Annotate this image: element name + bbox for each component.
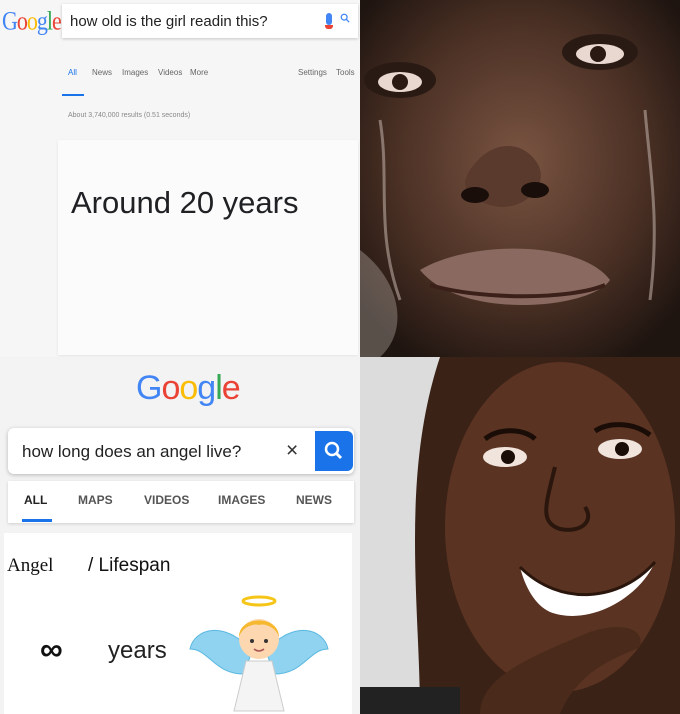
search-tabs: ALL MAPS VIDEOS IMAGES NEWS <box>8 481 354 523</box>
smiling-man-photo <box>360 357 680 714</box>
results-stats: About 3,740,000 results (0.51 seconds) <box>68 112 191 119</box>
search-query: how old is the girl readin this? <box>70 13 268 30</box>
logo-letter: g <box>197 369 216 407</box>
google-result-panel-top: Google how old is the girl readin this? … <box>0 0 360 357</box>
search-input[interactable]: how old is the girl readin this? <box>62 4 358 38</box>
crying-face-image <box>360 0 680 357</box>
attribute-label: / Lifespan <box>88 555 171 576</box>
logo-letter: G <box>136 369 162 407</box>
tab-images[interactable]: IMAGES <box>218 493 265 507</box>
tab-more[interactable]: More <box>190 68 208 77</box>
search-button[interactable] <box>315 431 353 471</box>
microphone-icon[interactable] <box>325 13 333 29</box>
tab-all[interactable]: ALL <box>24 493 47 507</box>
tab-videos[interactable]: VIDEOS <box>144 493 189 507</box>
answer-card: Angel / Lifespan ∞ years <box>4 533 352 714</box>
google-logo-small[interactable]: Google <box>2 5 62 36</box>
tab-news[interactable]: News <box>92 68 112 77</box>
search-input[interactable]: how long does an angel live? × <box>8 428 354 474</box>
infinity-symbol: ∞ <box>40 631 63 667</box>
logo-letter: o <box>26 5 38 36</box>
tab-images[interactable]: Images <box>122 68 148 77</box>
search-query: how long does an angel live? <box>22 442 242 461</box>
google-result-panel-bottom: Google how long does an angel live? × AL… <box>0 357 360 714</box>
tab-all[interactable]: All <box>68 68 77 77</box>
logo-letter: o <box>16 5 28 36</box>
logo-letter: e <box>221 369 241 407</box>
tools-link[interactable]: Tools <box>336 68 355 77</box>
search-icon <box>324 441 343 460</box>
tab-news[interactable]: NEWS <box>296 493 332 507</box>
answer-card: Around 20 years <box>58 140 358 355</box>
answer-text: Around 20 years <box>71 185 299 220</box>
crying-man-photo <box>360 0 680 357</box>
answer-unit: years <box>108 637 167 664</box>
search-icon[interactable] <box>340 13 350 23</box>
logo-letter: o <box>179 369 198 407</box>
smiling-face-image <box>360 357 680 714</box>
search-tabs: All News Images Videos More Settings Too… <box>60 68 360 96</box>
clear-icon[interactable]: × <box>286 439 298 463</box>
tab-maps[interactable]: MAPS <box>78 493 113 507</box>
logo-letter: G <box>2 5 18 36</box>
tab-videos[interactable]: Videos <box>158 68 182 77</box>
logo-letter: e <box>52 5 62 36</box>
entity-label: Angel <box>7 555 54 576</box>
settings-link[interactable]: Settings <box>298 68 327 77</box>
active-tab-indicator <box>22 519 52 522</box>
angel-emoji-icon <box>189 595 329 712</box>
google-logo[interactable]: Google <box>136 369 241 408</box>
logo-letter: g <box>36 5 48 36</box>
logo-letter: o <box>161 369 180 407</box>
active-tab-indicator <box>62 94 84 96</box>
